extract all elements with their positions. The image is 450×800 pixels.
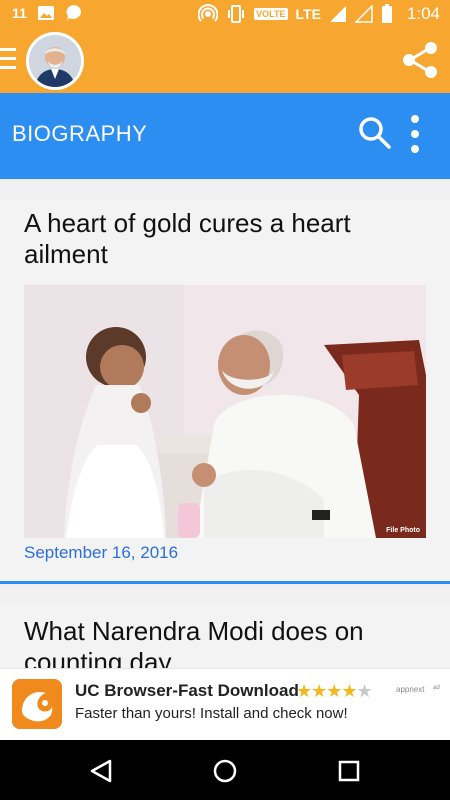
profile-avatar[interactable] (26, 32, 84, 90)
status-clock: 1:04 (406, 4, 440, 23)
article-title[interactable]: What Narendra Modi does on counting day (24, 616, 426, 668)
ad-rating-stars: ★★★★★ (296, 681, 373, 701)
home-circle-icon[interactable] (210, 756, 240, 786)
ad-badge: ad (433, 685, 440, 691)
search-icon[interactable] (358, 116, 392, 150)
article-list[interactable]: A heart of gold cures a heart ailment Fi… (0, 180, 450, 668)
network-type: LTE (295, 6, 321, 22)
ad-description[interactable]: Faster than yours! Install and check now… (75, 705, 348, 722)
article-image[interactable]: File Photo (24, 285, 426, 538)
signal-2-icon (354, 5, 373, 23)
gallery-icon (37, 5, 55, 21)
app-header (0, 30, 450, 93)
article-card[interactable]: A heart of gold cures a heart ailment Fi… (0, 200, 450, 584)
more-vertical-icon[interactable] (404, 113, 426, 155)
uc-browser-icon[interactable] (12, 679, 62, 729)
image-caption: File Photo (386, 527, 420, 534)
ad-banner[interactable]: UC Browser-Fast Download ★★★★★ appnext a… (0, 668, 450, 740)
chat-icon (65, 4, 83, 22)
battery-icon (381, 4, 393, 24)
back-triangle-icon[interactable] (86, 756, 116, 786)
ad-title[interactable]: UC Browser-Fast Download (75, 681, 299, 701)
article-title[interactable]: A heart of gold cures a heart ailment (24, 208, 426, 270)
vibrate-icon (226, 5, 246, 23)
hotspot-icon (198, 4, 219, 24)
page-title: BIOGRAPHY (12, 121, 148, 146)
signal-icon (329, 5, 347, 23)
navigation-bar (0, 740, 450, 800)
ad-network-label: appnext (396, 685, 425, 694)
share-icon[interactable] (398, 38, 442, 82)
article-card[interactable]: What Narendra Modi does on counting day (0, 604, 450, 668)
recents-square-icon[interactable] (334, 756, 364, 786)
notification-count: 11 (12, 5, 27, 21)
status-bar: 11 VOLTE LTE 1:04 (0, 0, 450, 30)
volte-badge: VOLTE (254, 8, 288, 20)
article-date[interactable]: September 16, 2016 (24, 543, 178, 563)
hamburger-icon[interactable] (0, 48, 16, 74)
